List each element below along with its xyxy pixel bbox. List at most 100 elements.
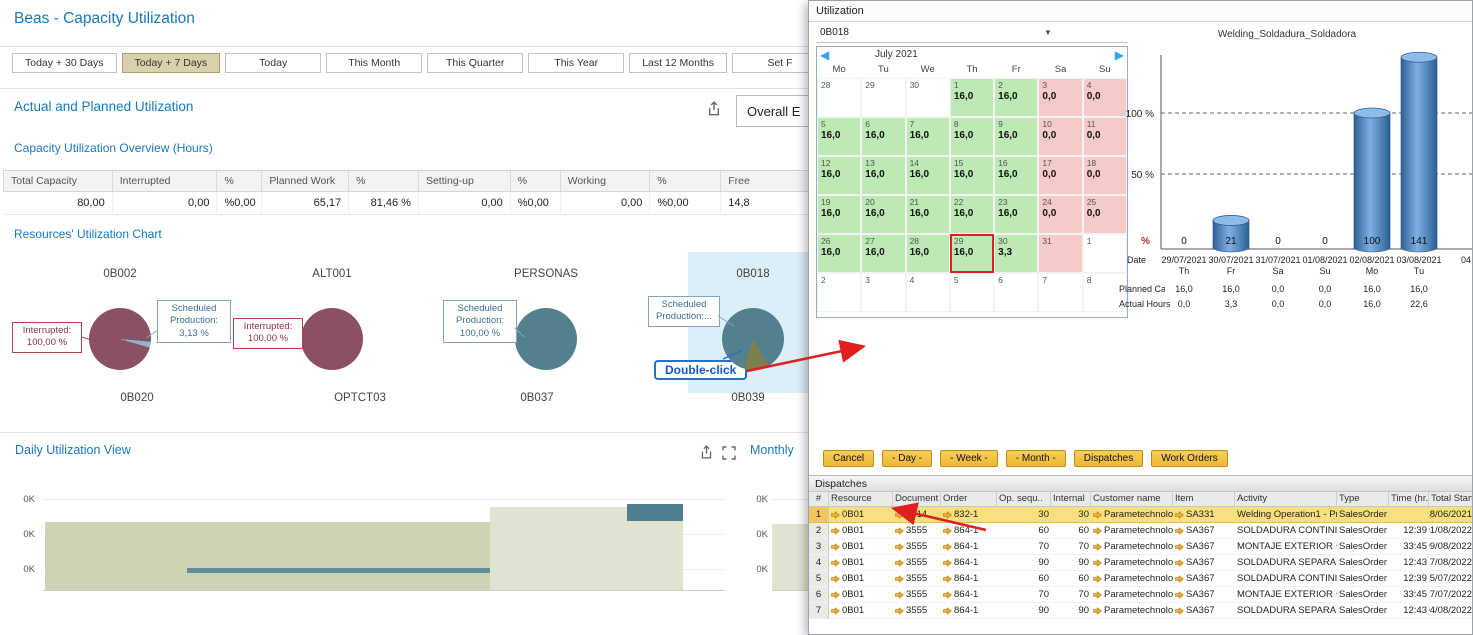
calendar-day-3[interactable]: 30,0 [1038,78,1082,117]
column-header-internal[interactable]: Internal [1051,492,1091,507]
calendar-day-21[interactable]: 2116,0 [906,195,950,234]
filter-button-last-12-months[interactable]: Last 12 Months [629,53,727,73]
link-arrow-icon[interactable] [1175,575,1184,583]
cancel-button[interactable]: Cancel [823,450,874,467]
dispatch-row-4[interactable]: 40B013555864-19090ParametechnoloSA367SOL… [809,555,1473,571]
calendar-day-17[interactable]: 170,0 [1038,156,1082,195]
pie-chart-0b018[interactable] [722,308,784,370]
calendar-day-20[interactable]: 2016,0 [861,195,905,234]
calendar-day-7[interactable]: 716,0 [906,117,950,156]
column-header-type[interactable]: Type [1337,492,1389,507]
calendar-day-16[interactable]: 1616,0 [994,156,1038,195]
calendar-day-30[interactable]: 30 [906,78,950,117]
calendar-day-9[interactable]: 916,0 [994,117,1038,156]
column-header-op-sequ[interactable]: Op. sequ.. [997,492,1051,507]
calendar-day-2[interactable]: 216,0 [994,78,1038,117]
link-arrow-icon[interactable] [895,591,904,599]
pie-chart-personas[interactable] [515,308,577,370]
work-orders-button[interactable]: Work Orders [1151,450,1228,467]
expand-icon[interactable] [722,446,736,460]
dispatch-row-3[interactable]: 30B013555864-17070ParametechnoloSA367MON… [809,539,1473,555]
link-arrow-icon[interactable] [831,543,840,551]
calendar-day-5[interactable]: 516,0 [817,117,861,156]
filter-button-this-month[interactable]: This Month [326,53,422,73]
link-arrow-icon[interactable] [1093,511,1102,519]
link-arrow-icon[interactable] [943,543,952,551]
link-arrow-icon[interactable] [943,527,952,535]
calendar-day-22[interactable]: 2216,0 [950,195,994,234]
link-arrow-icon[interactable] [1093,527,1102,535]
column-header-item[interactable]: # [809,492,829,507]
link-arrow-icon[interactable] [1175,527,1184,535]
week-button[interactable]: - Week - [940,450,998,467]
column-header-resource[interactable]: Resource [829,492,893,507]
dispatch-row-5[interactable]: 50B013555864-16060ParametechnoloSA367SOL… [809,571,1473,587]
column-header-total-start[interactable]: Total Start [1429,492,1473,507]
calendar-day-24[interactable]: 240,0 [1038,195,1082,234]
day-button[interactable]: - Day - [882,450,932,467]
link-arrow-icon[interactable] [943,591,952,599]
calendar-day-19[interactable]: 1916,0 [817,195,861,234]
link-arrow-icon[interactable] [943,511,952,519]
month-button[interactable]: - Month - [1006,450,1066,467]
calendar-prev-icon[interactable]: ◀ [820,47,829,63]
link-arrow-icon[interactable] [1093,575,1102,583]
calendar-day-14[interactable]: 1416,0 [906,156,950,195]
dispatch-row-1[interactable]: 10B013414832-13030ParametechnoloSA331Wel… [809,507,1473,523]
link-arrow-icon[interactable] [1093,607,1102,615]
calendar-day-23[interactable]: 2316,0 [994,195,1038,234]
link-arrow-icon[interactable] [1175,607,1184,615]
dispatch-row-7[interactable]: 70B013555864-19090ParametechnoloSA367SOL… [809,603,1473,619]
link-arrow-icon[interactable] [895,607,904,615]
link-arrow-icon[interactable] [831,559,840,567]
link-arrow-icon[interactable] [1175,559,1184,567]
filter-button-today[interactable]: Today [225,53,321,73]
calendar-day-13[interactable]: 1316,0 [861,156,905,195]
link-arrow-icon[interactable] [831,591,840,599]
filter-button-this-quarter[interactable]: This Quarter [427,53,523,73]
column-header-order[interactable]: Order [941,492,997,507]
link-arrow-icon[interactable] [1175,591,1184,599]
link-arrow-icon[interactable] [895,511,904,519]
calendar-day-6[interactable]: 616,0 [861,117,905,156]
dispatch-row-2[interactable]: 20B013555864-16060ParametechnoloSA367SOL… [809,523,1473,539]
column-header-activity[interactable]: Activity [1235,492,1337,507]
link-arrow-icon[interactable] [1175,511,1184,519]
filter-button-this-year[interactable]: This Year [528,53,624,73]
link-arrow-icon[interactable] [943,575,952,583]
link-arrow-icon[interactable] [895,559,904,567]
link-arrow-icon[interactable] [1175,543,1184,551]
column-header-item[interactable]: Item [1173,492,1235,507]
link-arrow-icon[interactable] [831,511,840,519]
link-arrow-icon[interactable] [943,607,952,615]
resource-dropdown[interactable]: 0B018 ▼ [816,25,1128,43]
calendar-day-8[interactable]: 816,0 [950,117,994,156]
calendar-day-1[interactable]: 116,0 [950,78,994,117]
column-header-time-hr[interactable]: Time (hr.) [1389,492,1429,507]
link-arrow-icon[interactable] [895,575,904,583]
link-arrow-icon[interactable] [895,543,904,551]
link-arrow-icon[interactable] [943,559,952,567]
export-icon[interactable] [706,101,722,117]
column-header-document[interactable]: Document [893,492,941,507]
link-arrow-icon[interactable] [1093,559,1102,567]
pie-chart-alt001[interactable] [301,308,363,370]
link-arrow-icon[interactable] [831,527,840,535]
link-arrow-icon[interactable] [1093,543,1102,551]
link-arrow-icon[interactable] [831,607,840,615]
dispatch-row-6[interactable]: 60B013555864-17070ParametechnoloSA367MON… [809,587,1473,603]
column-header-customer-name[interactable]: Customer name [1091,492,1173,507]
calendar-day-15[interactable]: 1516,0 [950,156,994,195]
calendar-day-10[interactable]: 100,0 [1038,117,1082,156]
dispatches-button[interactable]: Dispatches [1074,450,1143,467]
filter-button-today-7-days[interactable]: Today + 7 Days [122,53,221,73]
link-arrow-icon[interactable] [895,527,904,535]
pie-chart-0b002[interactable] [89,308,151,370]
link-arrow-icon[interactable] [831,575,840,583]
export-icon[interactable] [699,445,714,460]
calendar-day-29[interactable]: 29 [861,78,905,117]
calendar-day-12[interactable]: 1216,0 [817,156,861,195]
link-arrow-icon[interactable] [1093,591,1102,599]
filter-button-today-30-days[interactable]: Today + 30 Days [12,53,117,73]
calendar-day-28[interactable]: 28 [817,78,861,117]
